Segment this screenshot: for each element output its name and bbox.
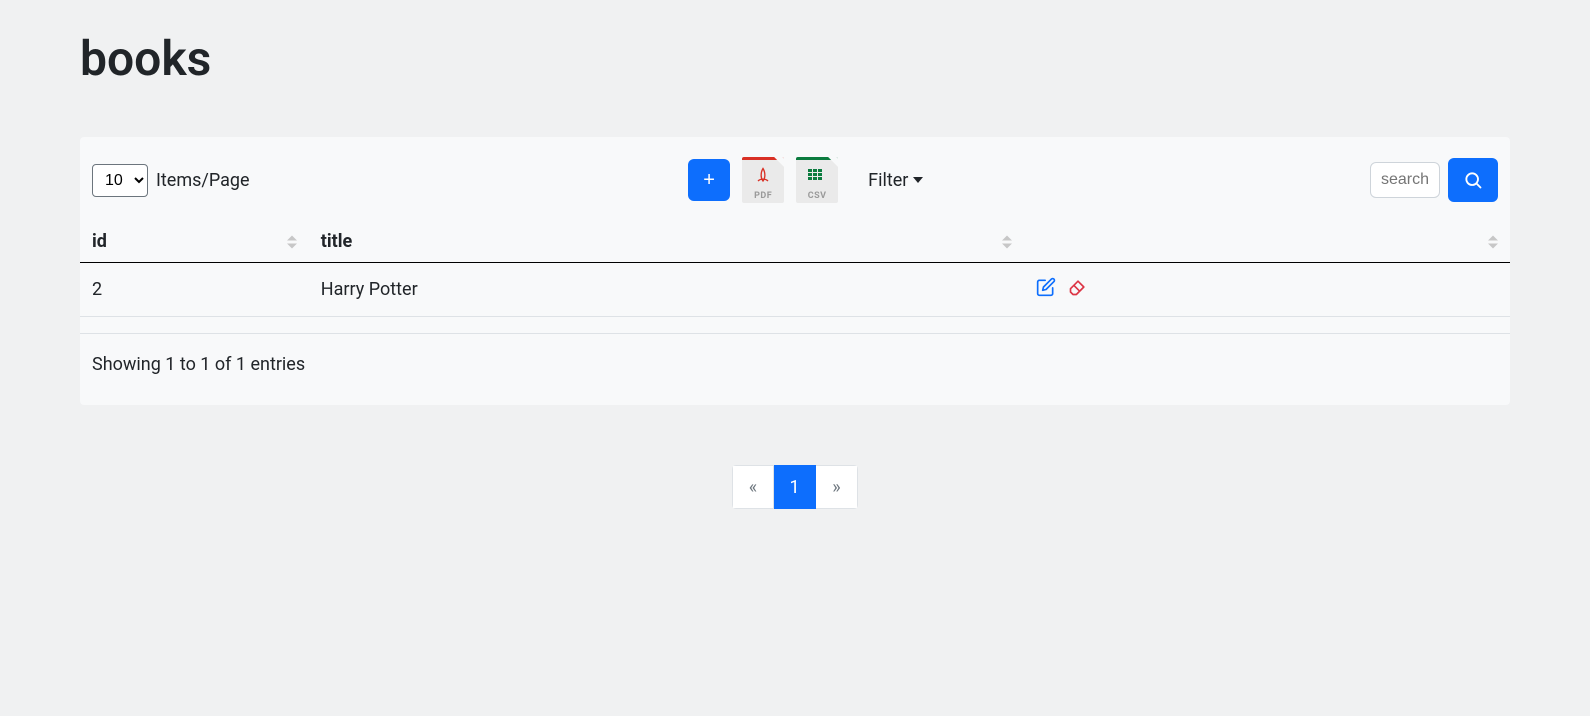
items-per-page-label: Items/Page xyxy=(156,170,250,191)
cell-id: 2 xyxy=(80,263,309,317)
toolbar-center: + PDF xyxy=(688,157,931,203)
add-button[interactable]: + xyxy=(688,159,730,201)
sort-icon xyxy=(287,235,297,248)
edit-icon xyxy=(1036,277,1056,297)
search-icon xyxy=(1463,170,1483,190)
delete-button[interactable] xyxy=(1068,277,1088,302)
column-header-id[interactable]: id xyxy=(80,221,309,263)
filter-label: Filter xyxy=(868,170,908,191)
column-header-actions xyxy=(1024,221,1510,263)
col-id-label: id xyxy=(92,231,107,252)
csv-label: CSV xyxy=(808,191,827,201)
chevron-down-icon xyxy=(913,177,923,183)
page-title: books xyxy=(80,30,1510,87)
toolbar-right xyxy=(1370,158,1498,202)
eraser-icon xyxy=(1068,277,1088,297)
pdf-label: PDF xyxy=(754,191,772,201)
page-corner xyxy=(828,157,838,167)
cell-actions xyxy=(1024,263,1510,317)
toolbar-left: 10 Items/Page xyxy=(92,164,250,197)
pagination-page-1[interactable]: 1 xyxy=(774,465,816,509)
toolbar: 10 Items/Page + PDF xyxy=(80,157,1510,221)
pagination-next[interactable]: » xyxy=(816,465,858,509)
search-button[interactable] xyxy=(1448,158,1498,202)
column-header-title[interactable]: title xyxy=(309,221,1024,263)
spreadsheet-icon xyxy=(807,167,827,185)
edit-button[interactable] xyxy=(1036,277,1056,302)
search-input[interactable] xyxy=(1370,162,1440,198)
table-footer-row xyxy=(80,317,1510,334)
data-card: 10 Items/Page + PDF xyxy=(80,137,1510,405)
data-table: id title xyxy=(80,221,1510,334)
pagination: « 1 » xyxy=(80,465,1510,509)
items-per-page-select[interactable]: 10 xyxy=(92,164,148,197)
sort-icon xyxy=(1002,235,1012,248)
filter-dropdown[interactable]: Filter xyxy=(860,164,931,197)
pagination-prev[interactable]: « xyxy=(732,465,774,509)
cell-title: Harry Potter xyxy=(309,263,1024,317)
col-title-label: title xyxy=(321,231,352,252)
pdf-icon xyxy=(753,165,773,187)
page-corner xyxy=(774,157,784,167)
sort-icon xyxy=(1488,235,1498,248)
table-row: 2 Harry Potter xyxy=(80,263,1510,317)
export-pdf-button[interactable]: PDF xyxy=(742,157,784,203)
export-csv-button[interactable]: CSV xyxy=(796,157,838,203)
entries-info: Showing 1 to 1 of 1 entries xyxy=(80,334,1510,375)
